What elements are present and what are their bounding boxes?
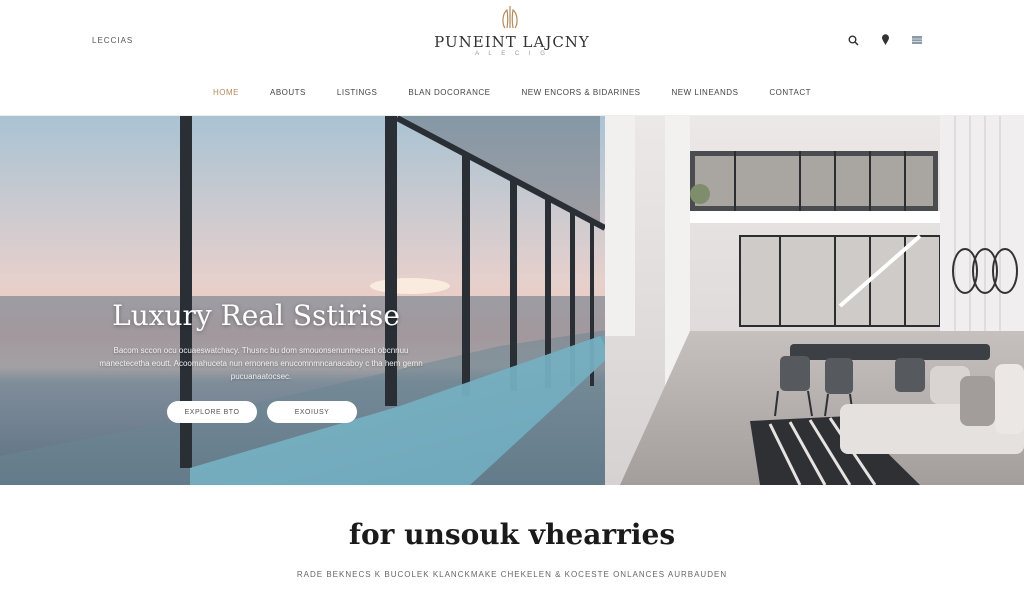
nav-item-new-encors[interactable]: NEW ENCORS & BIDARINES bbox=[521, 88, 640, 97]
header-icons bbox=[846, 33, 924, 47]
explore-button[interactable]: EXPLORE BTO bbox=[167, 401, 257, 423]
main-nav: HOME ABOUTS LISTINGS BLAN DOCORANCE NEW … bbox=[0, 88, 1024, 97]
section-title: for unsouk vhearries bbox=[348, 518, 676, 551]
nav-item-blan-docorance[interactable]: BLAN DOCORANCE bbox=[408, 88, 490, 97]
brand-tagline: A L E C I G bbox=[475, 51, 549, 57]
nav-item-home[interactable]: HOME bbox=[213, 88, 239, 97]
hero-title: Luxury Real Sstirise bbox=[112, 299, 400, 332]
nav-item-new-lineands[interactable]: NEW LINEANDS bbox=[672, 88, 739, 97]
secondary-button[interactable]: EXOIUSY bbox=[267, 401, 357, 423]
menu-icon[interactable] bbox=[910, 33, 924, 47]
logo-icon[interactable] bbox=[498, 4, 522, 30]
search-icon[interactable] bbox=[846, 33, 860, 47]
hero-banner: Luxury Real Sstirise Bacom sccon ocu ocu… bbox=[0, 116, 1024, 485]
nav-item-listings[interactable]: LISTINGS bbox=[337, 88, 377, 97]
hero-description: Bacom sccon ocu ocuaeswatchacy. Thusnc b… bbox=[99, 346, 423, 381]
section-subtitle: RADE BEKNECS K BUCOLEK KLANCKMAKE CHEKEL… bbox=[296, 570, 728, 579]
site-header: LECCIAS PUNEINT LAJCNY A L E C I G HOME … bbox=[0, 0, 1024, 116]
pin-icon[interactable] bbox=[878, 33, 892, 47]
nav-item-contact[interactable]: CONTACT bbox=[769, 88, 811, 97]
nav-item-abouts[interactable]: ABOUTS bbox=[270, 88, 306, 97]
